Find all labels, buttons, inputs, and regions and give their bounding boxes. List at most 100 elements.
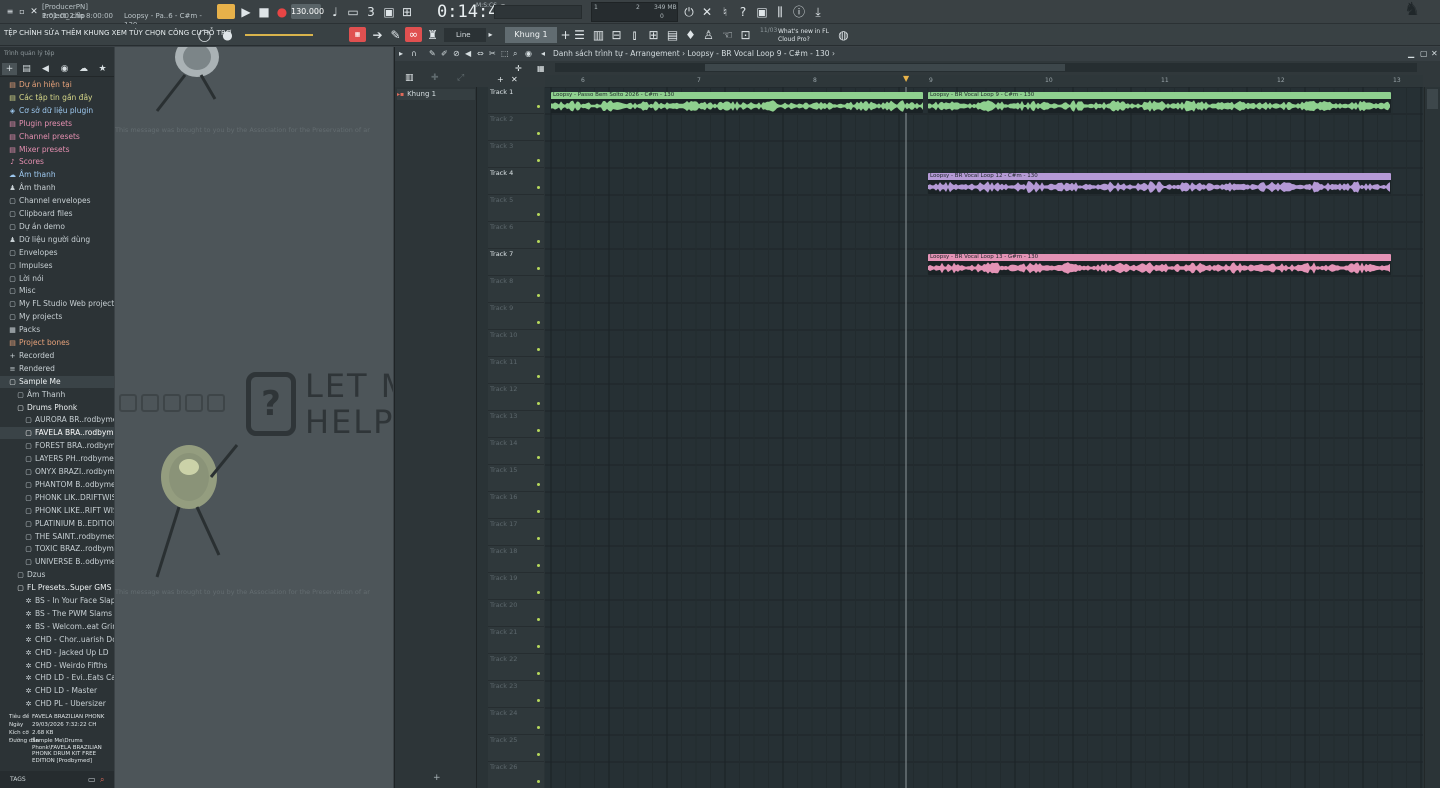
overdub-icon[interactable]: ⊞ (399, 4, 415, 20)
track-header[interactable]: Track 17 (488, 519, 544, 546)
mute-tool-icon[interactable]: ◀ (465, 47, 471, 61)
remove-track-icon[interactable]: ✕ (511, 75, 518, 84)
browser-item[interactable]: ▢ONYX BRAZI..rodbymed] (0, 466, 114, 478)
track-header[interactable]: Track 8 (488, 276, 544, 303)
cart-icon[interactable]: ⊡ (737, 27, 754, 43)
track-enable-led[interactable] (537, 105, 540, 108)
wait-icon[interactable]: ▭ (345, 4, 361, 20)
playback-tool-icon[interactable]: ◉ (525, 47, 532, 61)
browser-item[interactable]: ✲ BS - The PWM Slams (0, 608, 114, 620)
vertical-scrollbar[interactable] (1424, 87, 1440, 788)
mixer-icon[interactable]: ⫾ (626, 27, 643, 43)
move-icon[interactable]: ✛ (515, 64, 522, 73)
info-icon[interactable]: ⓘ (791, 4, 807, 20)
browser-item[interactable]: ▢AURORA BR..rodbymed] (0, 414, 114, 426)
pattern-picker-icon[interactable]: ▥ (405, 73, 414, 83)
browser-item[interactable]: ♟ Dữ liệu người dùng (0, 234, 114, 246)
browser-item[interactable]: ✲CHD LD - Evi..Eats Carrot (0, 672, 114, 684)
track-header[interactable]: Track 15 (488, 465, 544, 492)
track-enable-led[interactable] (537, 483, 540, 486)
arrow-right-icon[interactable]: ➔ (369, 27, 386, 43)
track-header[interactable]: Track 16 (488, 492, 544, 519)
tempo-display[interactable]: 130.000 (291, 4, 324, 19)
browser-item[interactable]: ▢PHANTOM B..odbymed] (0, 479, 114, 491)
close-icon[interactable]: ✕ (26, 4, 42, 20)
browser-item[interactable]: ▤ Dự án hiện tại (0, 79, 114, 91)
track-enable-led[interactable] (537, 186, 540, 189)
browser-item[interactable]: ▢ PHONK LIK..DRIFTWISH (0, 492, 114, 504)
browser-plugins-tab[interactable]: ◀ (38, 63, 53, 75)
audio-clip[interactable]: Loopsy - BR Vocal Loop 12 - C#m - 130 (928, 173, 1391, 194)
browser-item[interactable]: ▦ Packs (0, 324, 114, 336)
minimize-icon[interactable]: ▁ (1408, 47, 1414, 61)
track-header[interactable]: Track 14 (488, 438, 544, 465)
browser-item[interactable]: ▢ Dự án demo (0, 221, 114, 233)
stretch-icon[interactable]: ⤢ (457, 73, 464, 83)
snap-grid-icon[interactable]: ▦ (537, 64, 545, 73)
browser-item[interactable]: ▤ Channel presets (0, 131, 114, 143)
playhead-marker-icon[interactable]: ▼ (903, 74, 909, 83)
add-pattern-bottom-icon[interactable]: + (433, 773, 441, 783)
stop-icon[interactable]: ■ (256, 4, 272, 20)
timeline-ruler[interactable]: 6 7 8 9 10 11 12 13 (545, 75, 1423, 87)
browser-item[interactable]: ♟ Âm thanh (0, 182, 114, 194)
microphone-icon[interactable]: ♮ (717, 4, 733, 20)
search-icon[interactable]: ⌕ (100, 771, 104, 788)
snap-select[interactable]: Line (444, 28, 486, 42)
track-enable-led[interactable] (537, 267, 540, 270)
browser-item[interactable]: ▢ LAYERS PH..rodbymed] (0, 453, 114, 465)
browser-packs-tab[interactable]: ◉ (57, 63, 72, 75)
song-mode-button[interactable] (217, 4, 235, 19)
track-header[interactable]: Track 3 (488, 141, 544, 168)
track-header[interactable]: Track 19 (488, 573, 544, 600)
track-enable-led[interactable] (537, 375, 540, 378)
browser-item[interactable]: ▢ Lời nói (0, 273, 114, 285)
browser-item[interactable]: ▢PHONK LIKE..RIFT WISH (0, 505, 114, 517)
track-enable-led[interactable] (537, 672, 540, 675)
track-header[interactable]: Track 22 (488, 654, 544, 681)
audio-clip[interactable]: Loopsy - BR Vocal Loop 13 - G#m - 130 (928, 254, 1391, 275)
playlist-breadcrumb[interactable]: Danh sách trình tự - Arrangement › Loops… (553, 47, 835, 61)
track-enable-led[interactable] (537, 510, 540, 513)
browser-item[interactable]: ▢UNIVERSE B..odbymed] (0, 556, 114, 568)
browser-item[interactable]: ▢ Âm Thanh (0, 389, 114, 401)
master-pitch-knob-icon[interactable]: ● (219, 27, 236, 43)
browser-item[interactable]: ☁ Âm thanh (0, 169, 114, 181)
track-enable-led[interactable] (537, 753, 540, 756)
browser-item[interactable]: + Recorded (0, 350, 114, 362)
browser-item[interactable]: ✲ CHD LD - Master (0, 685, 114, 697)
track-header[interactable]: Track 12 (488, 384, 544, 411)
track-enable-led[interactable] (537, 456, 540, 459)
help-icon[interactable]: ? (735, 4, 751, 20)
browser-item[interactable]: ▤ Plugin presets (0, 118, 114, 130)
browser-item[interactable]: ≡ Rendered (0, 363, 114, 375)
master-volume-knob-icon[interactable]: ◯ (196, 27, 213, 43)
browser-item[interactable]: ▢ Drums Phonk (0, 402, 114, 414)
power-icon[interactable]: ⏻ (681, 4, 697, 20)
track-enable-led[interactable] (537, 429, 540, 432)
track-header[interactable]: Track 25 (488, 735, 544, 762)
grid-icon[interactable]: ⊞ (645, 27, 662, 43)
record-icon[interactable]: ● (274, 4, 290, 20)
browser-item[interactable]: ▤ Mixer presets (0, 144, 114, 156)
track-enable-led[interactable] (537, 699, 540, 702)
select-tool-icon[interactable]: ⬚ (501, 47, 509, 61)
browser-item[interactable]: ▢ Dzus (0, 569, 114, 581)
playlist-icon[interactable]: ☰ (571, 27, 588, 43)
track-header[interactable]: Track 7 (488, 249, 544, 276)
browser-item[interactable]: ▢ THE SAINT..rodbymed] (0, 531, 114, 543)
track-header[interactable]: Track 24 (488, 708, 544, 735)
browser-item[interactable]: ✲BS - Welcom..eat Grinder (0, 621, 114, 633)
track-enable-led[interactable] (537, 294, 540, 297)
maximize-icon[interactable]: ▢ (1420, 47, 1428, 61)
close-playlist-icon[interactable]: ✕ (1431, 47, 1438, 61)
track-enable-led[interactable] (537, 564, 540, 567)
track-header[interactable]: Track 1 (488, 87, 544, 114)
track-enable-led[interactable] (537, 537, 540, 540)
track-header[interactable]: Track 2 (488, 114, 544, 141)
download-icon[interactable]: ⤓ (810, 4, 826, 20)
countdown-icon[interactable]: 3 (363, 4, 379, 20)
browser-item[interactable]: ▢ My projects (0, 311, 114, 323)
track-header[interactable]: Track 4 (488, 168, 544, 195)
browser-item[interactable]: ✲CHD - Chor..uarish Doom (0, 634, 114, 646)
